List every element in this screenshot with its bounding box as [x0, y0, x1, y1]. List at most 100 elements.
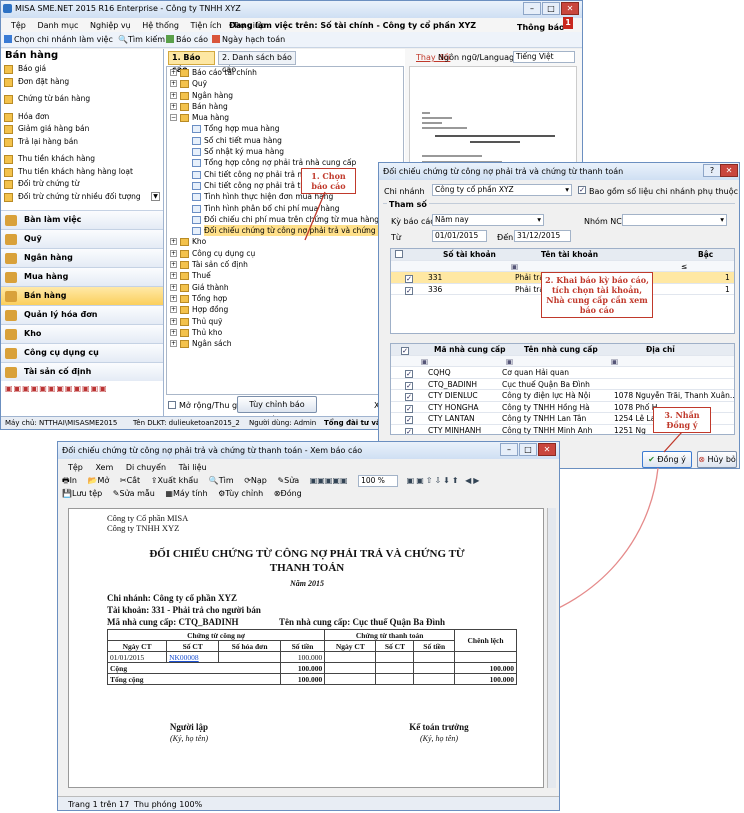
- tree-leaf[interactable]: Đối chiếu chi phí mua trên chứng từ mua …: [167, 214, 426, 225]
- preview-close-button[interactable]: ✕: [538, 443, 556, 456]
- close-preview-button[interactable]: ⊗Đóng: [274, 489, 302, 498]
- left-item[interactable]: Báo giá: [1, 63, 163, 76]
- notify-label[interactable]: Thông báo: [517, 23, 564, 32]
- from-date-input[interactable]: 01/01/2015: [432, 230, 487, 242]
- supplier-row[interactable]: ✓ CTY DIENLUC Công ty điện lực Hà Nội 1078 …: [391, 390, 734, 402]
- preview-minimize-button[interactable]: –: [500, 443, 518, 456]
- module-stock[interactable]: Kho: [1, 324, 163, 343]
- menu-utilities[interactable]: Tiện ích: [191, 21, 222, 30]
- customize-button[interactable]: ⚙Tùy chỉnh: [218, 489, 263, 498]
- left-item[interactable]: Đơn đặt hàng: [1, 76, 163, 89]
- tree-node[interactable]: + Kho: [167, 236, 403, 247]
- tree-node[interactable]: + Quỹ: [167, 78, 403, 89]
- menu-operations[interactable]: Nghiệp vụ: [90, 21, 131, 30]
- module-sales[interactable]: Bán hàng: [1, 286, 163, 305]
- tree-node[interactable]: + Hợp đồng: [167, 304, 403, 315]
- module-desk[interactable]: Bàn làm việc: [1, 210, 163, 229]
- account-filter-row[interactable]: ▣ ≤: [391, 260, 734, 272]
- module-bank[interactable]: Ngân hàng: [1, 248, 163, 267]
- supplier-row[interactable]: ✓ CQHQ Cơ quan Hải quan: [391, 367, 734, 379]
- tree-leaf[interactable]: Chi tiết công nợ phải trả nhà cung cấp: [167, 169, 403, 180]
- select-all-suppliers-checkbox[interactable]: ✓: [401, 347, 409, 355]
- load-button[interactable]: ⟳Nạp: [244, 476, 267, 485]
- select-all-accounts-checkbox[interactable]: [395, 250, 403, 258]
- posting-date-button[interactable]: Ngày hạch toán: [222, 35, 285, 44]
- module-cash[interactable]: Quỹ: [1, 229, 163, 248]
- report-button[interactable]: Báo cáo: [176, 35, 208, 44]
- left-item[interactable]: Hóa đơn: [1, 111, 163, 124]
- left-item[interactable]: Thu tiền khách hàng: [1, 153, 163, 166]
- search-button[interactable]: Tìm kiếm: [128, 35, 165, 44]
- to-date-input[interactable]: 31/12/2015: [514, 230, 571, 242]
- tree-leaf[interactable]: Sổ nhật ký mua hàng: [167, 146, 403, 157]
- branch-select[interactable]: Công ty cổ phần XYZ ▾: [432, 184, 572, 196]
- choose-branch-button[interactable]: Chọn chi nhánh làm việc: [14, 35, 113, 44]
- ok-button[interactable]: ✔ Đồng ý: [642, 451, 692, 468]
- tree-node[interactable]: + Báo cáo tài chính: [167, 67, 403, 78]
- tree-node[interactable]: + Tài sản cố định: [167, 259, 403, 270]
- tree-node[interactable]: + Tổng hợp: [167, 293, 403, 304]
- minimize-button[interactable]: –: [523, 2, 541, 15]
- tree-node[interactable]: + Ngân sách: [167, 338, 403, 349]
- edit-button[interactable]: ✎Sửa: [277, 476, 299, 485]
- preview-menu-file[interactable]: Tệp: [68, 463, 83, 472]
- lang-select[interactable]: Tiếng Việt: [513, 51, 575, 63]
- preview-menu-view[interactable]: Xem: [95, 463, 113, 472]
- preview-menu-navigate[interactable]: Di chuyển: [126, 463, 166, 472]
- print-button[interactable]: 🖶In: [62, 476, 77, 485]
- module-shortcuts[interactable]: ▣▣▣▣▣▣▣▣▣▣▣▣: [1, 381, 163, 397]
- left-item[interactable]: Trả lại hàng bán: [1, 136, 163, 149]
- save-file-button[interactable]: 💾Lưu tệp: [62, 489, 102, 498]
- left-item[interactable]: Chứng từ bán hàng: [1, 93, 163, 106]
- tree-leaf[interactable]: Tổng hợp mua hàng: [167, 123, 403, 134]
- menu-catalog[interactable]: Danh mục: [37, 21, 78, 30]
- tree-node[interactable]: + Thủ quỹ: [167, 316, 403, 327]
- module-assets[interactable]: Tài sản cố định: [1, 362, 163, 381]
- menu-file[interactable]: Tệp: [11, 21, 26, 30]
- tree-node[interactable]: + Bán hàng: [167, 101, 403, 112]
- find-button[interactable]: 🔍Tìm: [209, 476, 234, 485]
- cut-button[interactable]: ✂Cắt: [120, 476, 140, 485]
- export-button[interactable]: ⇪Xuất khẩu: [151, 476, 199, 485]
- supplier-row[interactable]: ✓ CTQ_BADINH Cục thuế Quận Ba Đình: [391, 379, 734, 390]
- module-invoice[interactable]: Quản lý hóa đơn: [1, 305, 163, 324]
- tree-node[interactable]: + Công cụ dụng cụ: [167, 248, 403, 259]
- include-sub-checkbox[interactable]: ✓: [578, 186, 586, 194]
- scroll-down-icon[interactable]: ▼: [151, 191, 160, 201]
- dialog-close-button[interactable]: ✕: [720, 164, 738, 177]
- custom-report-button[interactable]: Tùy chỉnh báo cáo...: [237, 396, 317, 424]
- tree-leaf[interactable]: Tổng hợp công nợ phải trả nhà cung cấp: [167, 157, 403, 168]
- cancel-button[interactable]: ⊗ Hủy bỏ: [697, 451, 737, 468]
- tree-node[interactable]: − Mua hàng: [167, 112, 403, 123]
- tree-leaf[interactable]: Sổ chi tiết mua hàng: [167, 135, 403, 146]
- menu-system[interactable]: Hệ thống: [142, 21, 179, 30]
- open-button[interactable]: 📂Mở: [88, 476, 110, 485]
- voucher-link[interactable]: NK00008: [166, 651, 220, 663]
- tab-report-list[interactable]: 2. Danh sách báo cáo: [218, 51, 296, 74]
- preview-menu-document[interactable]: Tài liệu: [179, 463, 207, 472]
- tree-leaf[interactable]: Chi tiết công nợ phải trả theo hóa đơn: [167, 180, 403, 191]
- calculator-button[interactable]: ▦Máy tính: [165, 489, 207, 498]
- module-purchase[interactable]: Mua hàng: [1, 267, 163, 286]
- tab-report[interactable]: 1. Báo cáo: [168, 51, 215, 74]
- page-nav-icons[interactable]: ▣▣⇧⇩⬇⬆ ◀▶: [407, 476, 482, 485]
- supplier-filter-row[interactable]: ▣ ▣ ▣: [391, 355, 734, 367]
- edit-template-button[interactable]: ✎Sửa mẫu: [113, 489, 155, 498]
- close-button[interactable]: ✕: [561, 2, 579, 15]
- dialog-help-button[interactable]: ?: [703, 164, 721, 177]
- module-tools[interactable]: Công cụ dụng cụ: [1, 343, 163, 362]
- tree-leaf[interactable]: Tình hình thực hiện đơn mua hàng: [167, 191, 403, 202]
- preview-maximize-button[interactable]: □: [519, 443, 537, 456]
- left-item[interactable]: Giảm giá hàng bán: [1, 123, 163, 136]
- tree-leaf[interactable]: Tình hình phân bổ chi phí mua hàng: [167, 203, 403, 214]
- tree-leaf-selected[interactable]: Đối chiếu chứng từ công nợ phải trả và c…: [167, 225, 430, 237]
- supplier-group-select[interactable]: ▾: [622, 214, 727, 226]
- left-item[interactable]: Đối trừ chứng từ nhiều đối tượng ▼: [1, 191, 163, 204]
- page-indicator[interactable]: Trang 1 trên 17: [68, 800, 129, 809]
- tree-node[interactable]: + Thủ kho: [167, 327, 403, 338]
- left-item[interactable]: Thu tiền khách hàng hàng loạt: [1, 166, 163, 179]
- period-select[interactable]: Năm nay ▾: [432, 214, 544, 226]
- tree-node[interactable]: + Giá thành: [167, 282, 403, 293]
- expand-checkbox[interactable]: [168, 401, 176, 409]
- zoom-tools[interactable]: ▣▣▣▣▣: [310, 476, 348, 485]
